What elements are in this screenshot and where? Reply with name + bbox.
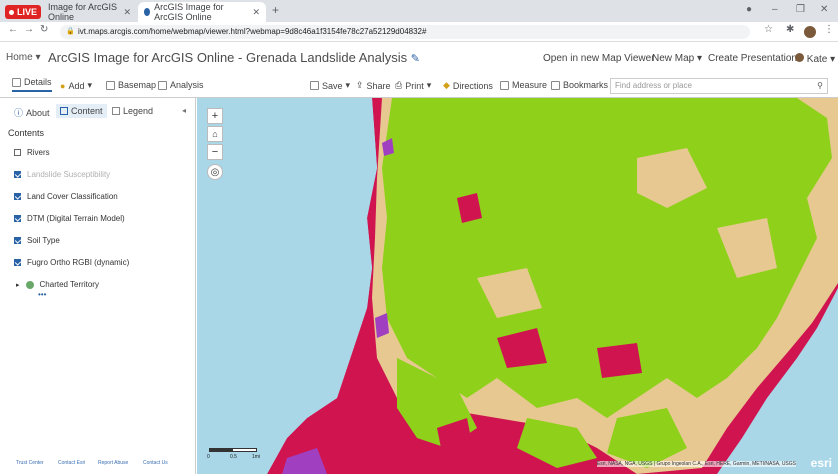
scale-label-0: 0 (207, 454, 210, 460)
map-view[interactable]: + ⌂ − ◎ 0 0.5 1mi Esri, NASA, NGA, USGS … (197, 98, 838, 474)
address-bar: ← → ↻ 🔒 ivt.maps.arcgis.com/home/webmap/… (0, 22, 838, 42)
landslide-map-layer (197, 98, 838, 474)
group-icon (25, 280, 34, 289)
search-input[interactable]: Find address or place ⚲ (610, 78, 828, 94)
basemap-button[interactable]: Basemap (106, 80, 156, 90)
directions-button[interactable]: ◆ Directions (443, 80, 493, 91)
profile-avatar[interactable] (804, 26, 816, 38)
layer-rivers[interactable]: Rivers (14, 148, 50, 157)
lock-icon: 🔒 (66, 28, 75, 35)
live-badge: LIVE (5, 5, 41, 19)
close-icon[interactable]: ✕ (123, 7, 131, 18)
info-icon: ⓘ (14, 108, 24, 118)
extensions-icon[interactable]: ✱ (786, 24, 794, 35)
layer-group-charted-territory[interactable]: ▸ Charted Territory (16, 280, 99, 289)
scale-label-mid: 0.5 (230, 454, 237, 460)
back-icon[interactable]: ← (8, 24, 18, 35)
url-input[interactable]: 🔒 ivt.maps.arcgis.com/home/webmap/viewer… (60, 25, 750, 39)
footer-contact-esri[interactable]: Contact Esri (58, 460, 85, 466)
analysis-icon (158, 80, 167, 90)
print-button[interactable]: ⎙ Print ▾ (395, 80, 431, 91)
close-window-icon[interactable]: ✕ (820, 4, 828, 15)
share-button[interactable]: ⇪ Share (356, 80, 391, 91)
maximize-icon[interactable]: ❐ (796, 4, 805, 15)
layer-fugro-ortho[interactable]: Fugro Ortho RGBI (dynamic) (14, 258, 129, 267)
bookmarks-button[interactable]: Bookmarks (551, 80, 608, 90)
search-icon[interactable]: ⚲ (817, 79, 823, 93)
browser-tab-bar: LIVE Image for ArcGIS Online ✕ ArcGIS Im… (0, 0, 838, 22)
minimize-icon[interactable]: – (772, 4, 778, 15)
scale-bar (209, 448, 257, 452)
analysis-button[interactable]: Analysis (158, 80, 204, 90)
checkbox[interactable] (14, 215, 21, 222)
zoom-out-button[interactable]: − (207, 144, 223, 160)
open-new-map-viewer-link[interactable]: Open in new Map Viewer (543, 53, 655, 64)
browser-tab-1[interactable]: Image for ArcGIS Online ✕ (42, 2, 137, 22)
edit-icon[interactable]: ✎ (411, 53, 420, 65)
measure-button[interactable]: Measure (500, 80, 547, 90)
footer-report-abuse[interactable]: Report Abuse (98, 460, 128, 466)
globe-icon (144, 8, 151, 16)
contents-panel: ⓘ About Content Legend ◂ Contents Rivers … (0, 98, 196, 474)
details-icon (12, 77, 21, 87)
zoom-in-button[interactable]: + (207, 108, 223, 124)
layer-soil-type[interactable]: Soil Type (14, 236, 60, 245)
scale-label-end: 1mi (252, 454, 261, 460)
collapse-panel-icon[interactable]: ◂ (182, 106, 186, 115)
new-map-menu[interactable]: New Map ▾ (652, 53, 702, 64)
page-title: ArcGIS Image for ArcGIS Online - Grenada… (48, 50, 420, 65)
home-menu[interactable]: Home ▾ (6, 52, 41, 63)
checkbox[interactable] (14, 259, 21, 266)
new-tab-button[interactable]: + (272, 3, 279, 17)
record-icon[interactable]: ● (746, 4, 752, 15)
checkbox[interactable] (14, 149, 21, 156)
tab-legend[interactable]: Legend (108, 104, 157, 118)
save-button[interactable]: Save ▾ (310, 80, 350, 91)
home-extent-button[interactable]: ⌂ (207, 126, 223, 142)
print-icon: ⎙ (395, 80, 403, 90)
footer-contact-us[interactable]: Contact Us (143, 460, 168, 466)
map-toolbar: Details ● Add ▾ Basemap Analysis Save ▾ ⇪… (0, 74, 838, 98)
browser-tab-2[interactable]: ArcGIS Image for ArcGIS Online ✕ (138, 2, 266, 22)
forward-icon[interactable]: → (24, 24, 34, 35)
checkbox[interactable] (14, 171, 21, 178)
checkbox[interactable] (14, 193, 21, 200)
menu-icon[interactable]: ⋮ (824, 24, 834, 35)
star-icon[interactable]: ☆ (764, 24, 773, 35)
tab-content[interactable]: Content (56, 104, 107, 118)
app-header: Home ▾ ArcGIS Image for ArcGIS Online - … (0, 42, 838, 74)
user-menu[interactable]: Kate ▾ (795, 53, 835, 65)
basemap-icon (106, 80, 115, 90)
map-attribution[interactable]: Esri, NASA, NGA, USGS | Grupo Ingeolan C… (596, 461, 796, 467)
bookmarks-icon (551, 80, 560, 90)
esri-logo: esri (810, 456, 832, 470)
checkbox[interactable] (14, 237, 21, 244)
home-icon: ⌂ (212, 129, 218, 139)
footer-trust-center[interactable]: Trust Center (16, 460, 44, 466)
layer-dtm[interactable]: DTM (Digital Terrain Model) (14, 214, 125, 223)
contents-heading: Contents (8, 128, 45, 138)
legend-icon (112, 107, 120, 115)
share-icon: ⇪ (356, 80, 364, 90)
add-icon: ● (60, 80, 66, 91)
expand-icon[interactable]: ▸ (16, 281, 20, 289)
directions-icon: ◆ (443, 80, 450, 90)
save-icon (310, 81, 319, 90)
tab-about[interactable]: ⓘ About (10, 104, 54, 121)
locate-icon: ◎ (210, 167, 220, 178)
content-icon (60, 107, 68, 115)
create-presentation-link[interactable]: Create Presentation (708, 53, 797, 64)
more-options-icon[interactable]: ••• (38, 290, 46, 299)
measure-icon (500, 80, 509, 90)
close-icon[interactable]: ✕ (252, 7, 260, 18)
layer-landslide-susceptibility[interactable]: Landslide Susceptibility (14, 170, 110, 179)
avatar (795, 53, 804, 62)
layer-land-cover[interactable]: Land Cover Classification (14, 192, 118, 201)
reload-icon[interactable]: ↻ (40, 24, 48, 35)
details-button[interactable]: Details (12, 77, 52, 92)
locate-button[interactable]: ◎ (207, 164, 223, 180)
add-button[interactable]: ● Add ▾ (60, 80, 92, 91)
